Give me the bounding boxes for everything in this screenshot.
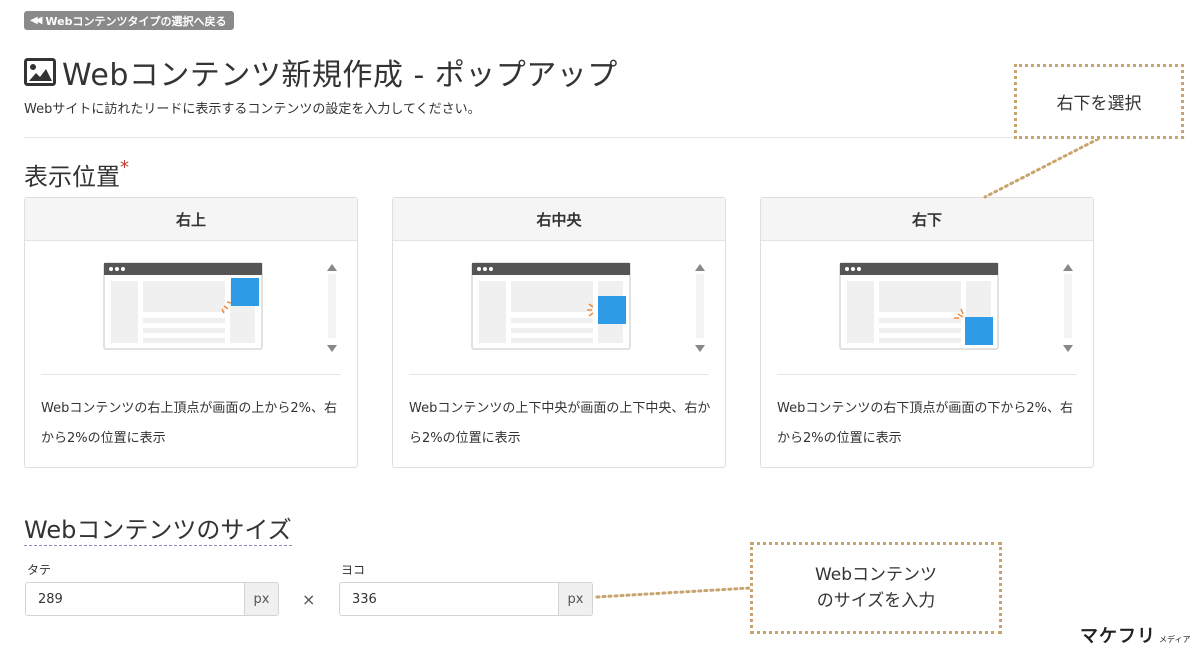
page-title-text: Webコンテンツ新規作成 - ポップアップ [62,58,618,93]
position-card-header: 右上 [25,198,357,241]
browser-preview-illustration [103,262,263,350]
annotation-text: 右下を選択 [1056,94,1142,114]
page-subtitle: Webサイトに訪れたリードに表示するコンテンツの設定を入力してください。 [24,102,481,117]
required-mark: * [120,157,129,178]
card-divider [409,374,709,375]
times-symbol: × [302,590,316,609]
makefuri-logo: マケフリ メディア [1080,622,1190,648]
position-card-header: 右下 [761,198,1093,241]
back-to-type-selection-button[interactable]: ◀◀ Webコンテンツタイプの選択へ戻る [24,11,235,30]
image-icon [24,58,56,86]
scroll-up-icon[interactable] [695,264,705,271]
height-label: タテ [27,563,52,577]
width-input-group: px [339,582,593,616]
card-divider [41,374,341,375]
height-input-group: px [25,582,279,616]
card-divider [777,374,1077,375]
annotation-select-bottom-right: 右下を選択 [1014,64,1184,139]
double-left-arrow-icon: ◀◀ [30,15,43,26]
width-input[interactable] [339,582,559,616]
back-button-label: Webコンテンツタイプの選択へ戻る [45,14,227,28]
header-divider [24,137,1185,138]
preview-scrollbar[interactable] [324,260,340,352]
logo-sub: メディア [1159,635,1191,644]
preview-scrollbar[interactable] [692,260,708,352]
preview-scrollbar[interactable] [1060,260,1076,352]
position-card-header: 右中央 [393,198,725,241]
position-card-bottom-right[interactable]: 右下 Webコンテンツの右下頂点が画面の下から2%、右から2%の位置に表示 [760,197,1094,468]
scroll-down-icon[interactable] [327,345,337,352]
scroll-track [696,274,704,338]
position-card-description: Webコンテンツの右下頂点が画面の下から2%、右から2%の位置に表示 [777,401,1073,446]
scroll-up-icon[interactable] [327,264,337,271]
annotation-text-line2: のサイズを入力 [816,591,936,611]
annotation-input-size: Webコンテンツ のサイズを入力 [750,542,1002,634]
height-input[interactable] [25,582,245,616]
size-section-title: Webコンテンツのサイズ [24,510,292,546]
annotation-text-line1: Webコンテンツ [814,565,938,585]
position-card-middle-right[interactable]: 右中央 Webコンテンツの上下中央が画面の上下中央、右から2%の位置に表示 [392,197,726,468]
position-card-description: Webコンテンツの上下中央が画面の上下中央、右から2%の位置に表示 [409,401,711,446]
scroll-track [1064,274,1072,338]
browser-preview-illustration [471,262,631,350]
browser-preview-illustration [839,262,999,350]
logo-main: マケフリ [1080,626,1156,647]
position-card-top-right[interactable]: 右上 Webコンテンツの右上頂点が画面の上から2%、右から2%の位置に表示 [24,197,358,468]
scroll-down-icon[interactable] [695,345,705,352]
scroll-up-icon[interactable] [1063,264,1073,271]
width-label: ヨコ [341,563,366,577]
position-section-title-text: 表示位置 [24,163,120,191]
scroll-down-icon[interactable] [1063,345,1073,352]
width-unit: px [559,582,593,616]
page-title: Webコンテンツ新規作成 - ポップアップ [24,50,618,94]
position-section-title: 表示位置* [24,157,129,192]
height-unit: px [245,582,279,616]
position-card-description: Webコンテンツの右上頂点が画面の上から2%、右から2%の位置に表示 [41,401,337,446]
scroll-track [328,274,336,338]
